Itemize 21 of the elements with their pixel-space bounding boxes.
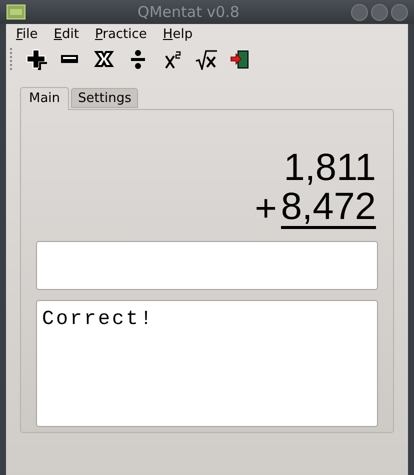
first-operand: 1,811 (284, 148, 376, 188)
tab[interactable]: Settings (71, 88, 138, 108)
menu-item[interactable]: Help (162, 25, 193, 45)
multiply-icon[interactable] (93, 48, 115, 70)
maximize-button[interactable] (371, 4, 388, 20)
feedback-text: Correct! (42, 308, 154, 331)
menu-item[interactable]: File (16, 25, 38, 45)
answer-field[interactable] (36, 241, 378, 290)
menu-item[interactable]: Edit (54, 25, 79, 45)
second-operand: 8,472 (280, 188, 376, 229)
menu-item[interactable]: Practice (94, 25, 147, 45)
tab[interactable]: Main (20, 87, 70, 110)
window-title: QMentat v0.8 (138, 2, 240, 23)
exit-door-icon[interactable] (229, 48, 251, 70)
app-icon (6, 4, 26, 20)
operator-sign: + (254, 189, 277, 229)
plus-icon[interactable] (25, 48, 47, 70)
close-button[interactable] (391, 4, 408, 20)
square-root-icon[interactable] (195, 48, 217, 70)
minimize-button[interactable] (351, 4, 368, 20)
toolbar-handle[interactable] (10, 48, 13, 70)
